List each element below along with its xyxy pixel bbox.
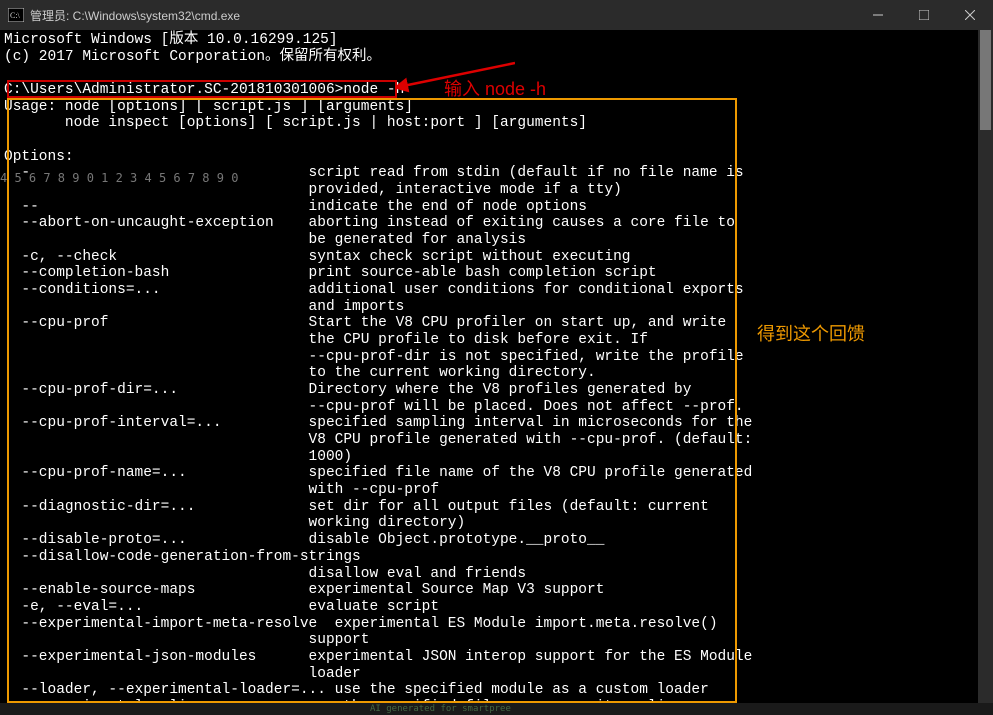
bottom-strip: AI generated for smartpree (0, 703, 993, 715)
window-titlebar: C:\ 管理员: C:\Windows\system32\cmd.exe (0, 0, 993, 30)
scrollbar-thumb[interactable] (980, 30, 991, 130)
minimize-button[interactable] (855, 0, 901, 30)
svg-text:C:\: C:\ (10, 11, 21, 20)
scrollbar-track[interactable] (978, 30, 993, 715)
window-title: 管理员: C:\Windows\system32\cmd.exe (30, 7, 240, 24)
cmd-icon: C:\ (8, 8, 24, 22)
close-button[interactable] (947, 0, 993, 30)
titlebar-controls (855, 0, 993, 30)
titlebar-left: C:\ 管理员: C:\Windows\system32\cmd.exe (8, 7, 240, 24)
bottom-text: AI generated for smartpree (370, 704, 511, 714)
maximize-button[interactable] (901, 0, 947, 30)
terminal-output[interactable]: Microsoft Windows [版本 10.0.16299.125] (c… (0, 30, 978, 715)
